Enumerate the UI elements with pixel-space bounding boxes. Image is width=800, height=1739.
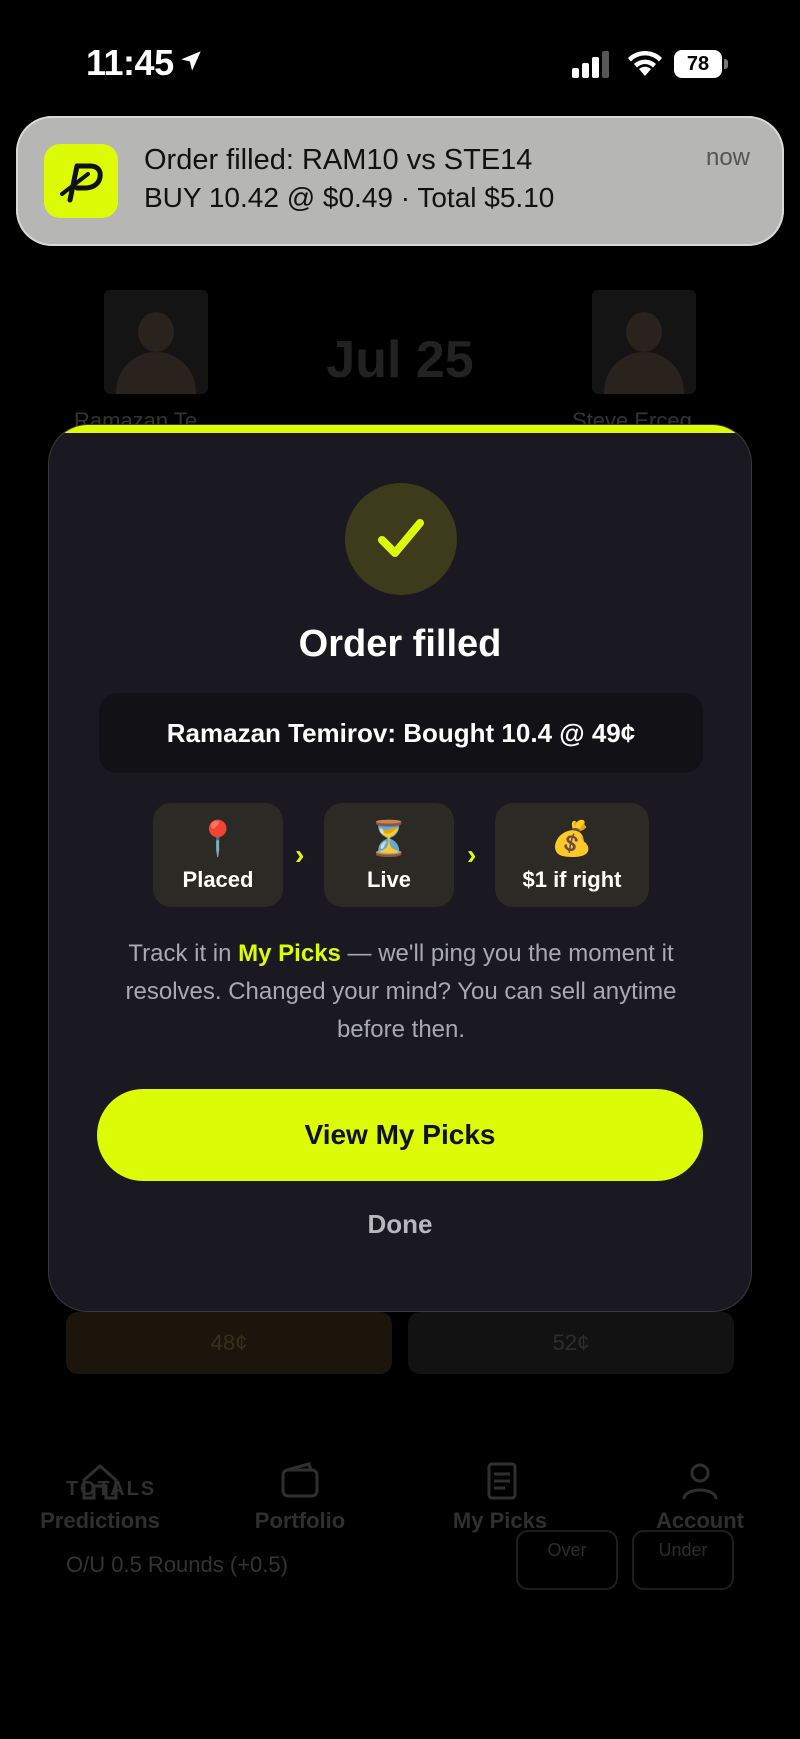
order-filled-modal: Order filled Ramazan Temirov: Bought 10.… [48, 424, 752, 1312]
info-text-pre: Track it in [128, 940, 239, 967]
hourglass-icon: ⏳ [367, 820, 411, 858]
chevron-right-icon: › [295, 839, 305, 870]
tab-my-picks[interactable]: My Picks [400, 1460, 600, 1534]
view-my-picks-button[interactable]: View My Picks [97, 1089, 703, 1181]
app-logo-icon [44, 144, 118, 218]
tab-predictions[interactable]: Predictions [0, 1460, 200, 1534]
clock: 11:45 [86, 42, 174, 83]
pin-icon: 📍 [196, 820, 240, 858]
receipt-icon [487, 1462, 517, 1500]
tab-account[interactable]: Account [600, 1460, 800, 1534]
wallet-icon [281, 1462, 319, 1498]
step-label: $1 if right [522, 867, 622, 892]
done-button[interactable]: Done [49, 1209, 751, 1240]
price-right-button[interactable]: 52¢ [408, 1312, 734, 1374]
event-date: Jul 25 [326, 331, 474, 389]
price-left-button[interactable]: 48¢ [66, 1312, 392, 1374]
notification-banner[interactable]: Order filled: RAM10 vs STE14 BUY 10.42 @… [16, 116, 784, 246]
location-arrow-icon [181, 51, 201, 71]
tab-label: Predictions [40, 1508, 160, 1533]
battery-icon: 78 [674, 50, 730, 78]
step-label: Placed [182, 867, 254, 892]
notification-time: now [705, 144, 750, 171]
order-steps: 📍 Placed › ⏳ Live › 💰 $1 if right [49, 803, 751, 907]
home-icon [82, 1464, 118, 1500]
step-placed: 📍 Placed [153, 803, 283, 907]
tab-label: Portfolio [254, 1508, 346, 1533]
status-bar: 11:45 78 [0, 0, 800, 110]
success-check-icon [345, 483, 457, 595]
step-live: ⏳ Live [324, 803, 454, 907]
my-picks-link[interactable]: My Picks [238, 940, 341, 967]
money-bag-icon: 💰 [550, 820, 594, 858]
cellular-signal-icon [572, 51, 609, 78]
notification-body: BUY 10.42 @ $0.49 · Total $5.10 [144, 182, 555, 213]
modal-title: Order filled [298, 623, 502, 665]
info-text: Track it in My Picks — we'll ping you th… [99, 935, 703, 1049]
tab-label: Account [656, 1508, 744, 1533]
wifi-icon [628, 50, 662, 76]
step-payout: 💰 $1 if right [495, 803, 649, 907]
order-summary: Ramazan Temirov: Bought 10.4 @ 49¢ [99, 693, 703, 773]
chevron-right-icon: › [467, 839, 477, 870]
battery-level: 78 [674, 50, 722, 78]
step-label: Live [366, 867, 412, 892]
notification-title: Order filled: RAM10 vs STE14 [144, 144, 533, 176]
tab-label: My Picks [452, 1508, 548, 1533]
tab-portfolio[interactable]: Portfolio [200, 1460, 400, 1534]
modal-accent-bar [49, 425, 751, 433]
tab-bar: Predictions Portfolio My Picks Account [0, 1420, 800, 1560]
person-icon [682, 1463, 718, 1500]
